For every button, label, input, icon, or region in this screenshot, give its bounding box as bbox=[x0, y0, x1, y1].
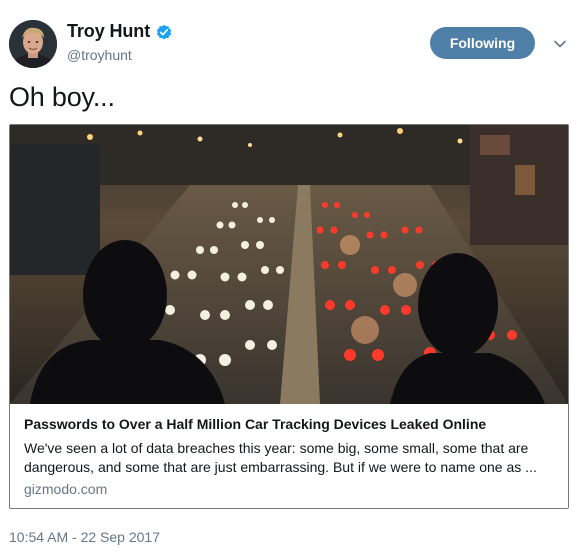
card-description: We've seen a lot of data breaches this y… bbox=[24, 440, 537, 475]
tweet-timestamp[interactable]: 10:54 AM - 22 Sep 2017 bbox=[9, 529, 160, 545]
card-title[interactable]: Passwords to Over a Half Million Car Tra… bbox=[24, 416, 486, 432]
chevron-down-icon[interactable] bbox=[552, 36, 568, 52]
following-button[interactable]: Following bbox=[430, 27, 535, 59]
profile-photo-icon bbox=[9, 20, 57, 68]
tweet: Troy Hunt @troyhunt Following Oh boy... bbox=[0, 0, 580, 554]
tweet-text: Oh boy... bbox=[9, 82, 115, 112]
verified-badge-icon bbox=[155, 23, 173, 41]
traffic-night-photo-icon bbox=[10, 125, 568, 404]
avatar[interactable] bbox=[9, 20, 57, 68]
link-card[interactable]: Passwords to Over a Half Million Car Tra… bbox=[9, 124, 569, 509]
card-image[interactable] bbox=[10, 125, 568, 404]
author-display-name[interactable]: Troy Hunt bbox=[67, 21, 150, 42]
author-handle[interactable]: @troyhunt bbox=[67, 47, 132, 63]
author-name-row: Troy Hunt bbox=[67, 21, 173, 42]
card-domain[interactable]: gizmodo.com bbox=[24, 481, 107, 497]
